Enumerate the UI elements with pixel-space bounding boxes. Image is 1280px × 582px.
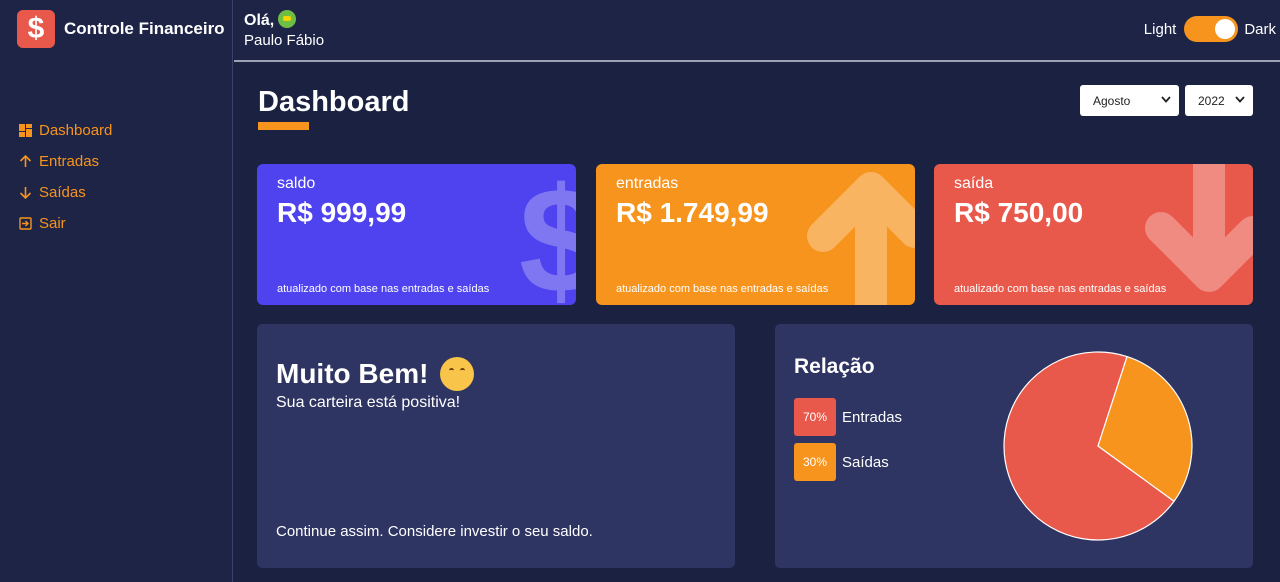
sidebar-item-dashboard[interactable]: Dashboard [18, 115, 112, 146]
legend-label: Entradas [842, 408, 903, 426]
logout-icon [18, 217, 32, 231]
legend-percent-badge: 70% [794, 398, 836, 436]
card-note: atualizado com base nas entradas e saída… [954, 283, 1167, 295]
message-panel: Muito Bem! Sua carteira está positiva! C… [257, 324, 735, 568]
page-title: Dashboard [258, 86, 410, 118]
top-header: Olá, Paulo Fábio Light Dark [234, 0, 1280, 62]
hugging-face-emoji-icon [440, 357, 475, 391]
theme-dark-label: Dark [1244, 20, 1276, 38]
arrow-up-icon [18, 155, 32, 169]
legend-item-saidas: 30% Saídas [794, 443, 889, 481]
theme-light-label: Light [1143, 20, 1177, 38]
balance-card: $ saldo R$ 999,99 atualizado com base na… [257, 164, 576, 305]
card-note: atualizado com base nas entradas e saída… [277, 283, 490, 295]
message-subtitle: Sua carteira está positiva! [276, 394, 461, 411]
sidebar-item-label: Dashboard [39, 122, 113, 139]
month-select[interactable]: Agosto [1080, 85, 1179, 116]
message-title-text: Muito Bem! [276, 358, 429, 389]
card-label: saída [954, 175, 994, 192]
chevron-down-icon [1161, 95, 1171, 106]
sidebar-item-entradas[interactable]: Entradas [18, 146, 112, 177]
relation-panel: Relação 70% Entradas 30% Saídas [775, 324, 1253, 568]
sidebar: $ Controle Financeiro Dashboard Entradas… [0, 0, 233, 582]
legend-percent-badge: 30% [794, 443, 836, 481]
month-select-value: Agosto [1093, 93, 1131, 108]
greeting-text: Olá, [244, 12, 275, 29]
sidebar-item-saidas[interactable]: Saídas [18, 177, 112, 208]
chevron-down-icon [1235, 95, 1245, 106]
year-select[interactable]: 2022 [1185, 85, 1253, 116]
sidebar-item-sair[interactable]: Sair [18, 208, 112, 239]
legend-item-entradas: 70% Entradas [794, 398, 902, 436]
username: Paulo Fábio [244, 32, 325, 49]
sidebar-menu: Dashboard Entradas Saídas Sair [18, 115, 112, 239]
theme-switcher: Light Dark [1144, 16, 1276, 42]
brand[interactable]: $ Controle Financeiro [17, 10, 225, 48]
sidebar-item-label: Saídas [39, 184, 86, 201]
dollar-icon: $ [519, 164, 576, 305]
expense-card: saída R$ 750,00 atualizado com base nas … [934, 164, 1253, 305]
card-label: entradas [616, 175, 679, 192]
arrow-down-icon [18, 186, 32, 200]
card-value: R$ 750,00 [954, 197, 1084, 228]
svg-text:$: $ [519, 164, 576, 305]
dollar-logo-icon: $ [17, 10, 55, 48]
relation-title: Relação [794, 355, 875, 378]
app-title: Controle Financeiro [64, 19, 225, 38]
card-note: atualizado com base nas entradas e saída… [616, 283, 829, 295]
card-label: saldo [277, 175, 316, 192]
theme-toggle[interactable] [1184, 16, 1239, 42]
relation-pie-chart [1003, 351, 1193, 541]
card-value: R$ 1.749,99 [616, 197, 769, 228]
money-face-emoji-icon [278, 10, 297, 28]
sidebar-item-label: Sair [39, 215, 66, 232]
dashboard-icon [18, 124, 32, 138]
message-footer: Continue assim. Considere investir o seu… [276, 523, 593, 540]
year-select-value: 2022 [1198, 93, 1225, 108]
toggle-knob [1215, 19, 1236, 39]
sidebar-item-label: Entradas [39, 153, 100, 170]
card-value: R$ 999,99 [277, 197, 407, 228]
legend-label: Saídas [842, 453, 889, 471]
message-title: Muito Bem! [276, 357, 475, 391]
title-underline [258, 122, 309, 130]
greeting: Olá, [244, 10, 297, 30]
income-card: entradas R$ 1.749,99 atualizado com base… [596, 164, 915, 305]
